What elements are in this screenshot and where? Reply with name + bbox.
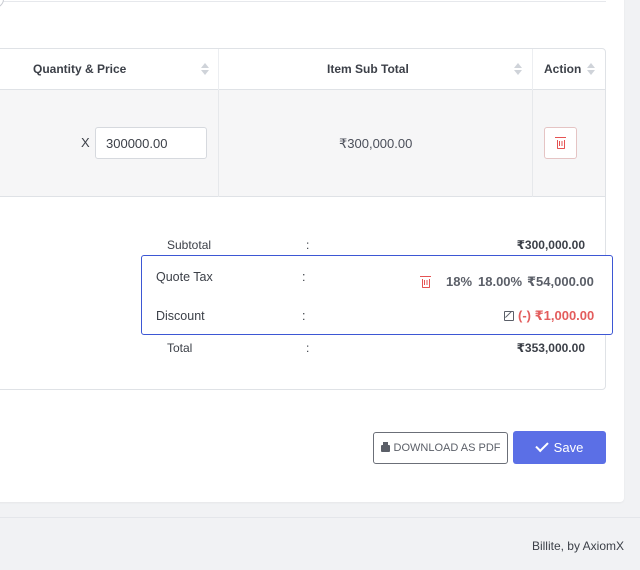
header-item-sub-total[interactable]: Item Sub Total [327, 49, 409, 90]
multiply-sign: X [81, 135, 90, 150]
quote-tax-label: Quote Tax [156, 270, 213, 284]
footer: Billite, by AxiomX [0, 517, 640, 570]
item-sub-total-value: ₹300,000.00 [339, 136, 413, 151]
subtotal-colon: : [306, 238, 310, 252]
edit-icon[interactable] [504, 311, 514, 321]
trash-icon [554, 136, 566, 149]
tax-discount-panel: Quote Tax : 18% 18.00% ₹54,000.00 Discou… [141, 255, 613, 335]
printer-icon [380, 441, 390, 452]
subtotal-label: Subtotal [167, 238, 212, 252]
column-divider [218, 90, 219, 197]
sort-icon[interactable] [514, 63, 522, 76]
quote-tax-colon: : [302, 270, 306, 284]
quote-tax-rate: 18.00% [478, 274, 523, 289]
subtotal-amount: ₹300,000.00 [516, 238, 585, 252]
quote-tax-amount: ₹54,000.00 [527, 274, 594, 289]
header-action[interactable]: Action [544, 49, 581, 90]
table-row: X ₹300,000.00 [0, 90, 605, 197]
delete-item-button[interactable] [544, 127, 577, 159]
items-table: Quantity & Price Item Sub Total Action X… [0, 48, 606, 390]
column-divider [218, 49, 219, 90]
total-label: Total [167, 341, 193, 355]
column-divider [532, 90, 533, 197]
download-pdf-label: DOWNLOAD AS PDF [393, 442, 501, 454]
column-divider [532, 49, 533, 90]
sort-icon[interactable] [587, 63, 595, 76]
trash-icon[interactable] [420, 276, 431, 288]
top-divider [0, 0, 606, 2]
sort-icon[interactable] [201, 63, 209, 76]
check-icon [534, 438, 549, 453]
download-pdf-button[interactable]: DOWNLOAD AS PDF [373, 432, 508, 464]
save-label: Save [553, 440, 584, 455]
footer-credit: Billite, by AxiomX [531, 539, 624, 553]
discount-amount: (-) ₹1,000.00 [518, 308, 595, 323]
price-input[interactable] [95, 127, 207, 159]
save-button[interactable]: Save [513, 431, 606, 464]
total-amount: ₹353,000.00 [516, 341, 585, 355]
header-quantity-price[interactable]: Quantity & Price [33, 49, 126, 90]
table-header: Quantity & Price Item Sub Total Action [0, 49, 605, 90]
total-colon: : [306, 341, 310, 355]
discount-colon: : [302, 309, 306, 323]
discount-label: Discount [156, 309, 205, 323]
quote-tax-name: 18% [446, 274, 473, 289]
